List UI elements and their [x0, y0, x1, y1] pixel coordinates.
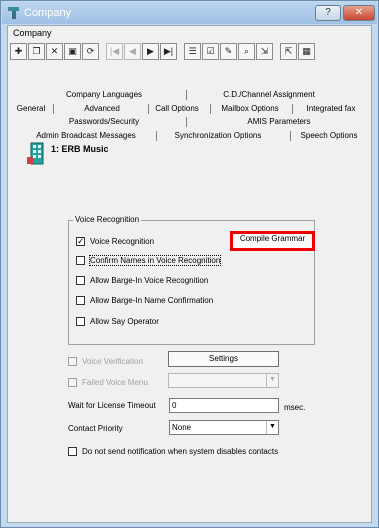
find-icon[interactable]: ⌕ — [238, 43, 255, 60]
confirm-names-label: Confirm Names in Voice Recognition — [88, 255, 222, 266]
compile-grammar-button[interactable]: Compile Grammar — [230, 231, 315, 251]
tab-separator — [290, 131, 291, 141]
chevron-down-icon: ▼ — [266, 421, 278, 434]
first-icon[interactable]: |◀ — [106, 43, 123, 60]
grid-icon[interactable]: ▦ — [298, 43, 315, 60]
delete-icon[interactable]: ✕ — [46, 43, 63, 60]
tab-amis-parameters[interactable]: AMIS Parameters — [224, 116, 334, 128]
tab-separator — [148, 104, 149, 114]
tab-cd-channel-assignment[interactable]: C.D./Channel Assignment — [204, 89, 334, 101]
entity-label: 1: ERB Music — [51, 144, 109, 154]
tab-row-3: Passwords/Security AMIS Parameters — [10, 116, 369, 128]
menu-company[interactable]: Company — [13, 28, 52, 38]
tab-row-4: Admin Broadcast Messages Synchronization… — [10, 130, 369, 142]
export-icon[interactable]: ⇱ — [280, 43, 297, 60]
license-timeout-label: Wait for License Timeout — [68, 401, 156, 410]
prev-icon[interactable]: ◀ — [124, 43, 141, 60]
import-icon[interactable]: ⇲ — [256, 43, 273, 60]
copy-icon[interactable]: ❐ — [28, 43, 45, 60]
tab-speech-options[interactable]: Speech Options — [294, 130, 364, 142]
title-bar[interactable]: Company ? ✕ — [2, 2, 377, 24]
confirm-names-checkbox[interactable] — [76, 256, 85, 265]
say-operator-label: Allow Say Operator — [90, 317, 159, 326]
settings-button[interactable]: Settings — [168, 351, 279, 367]
tab-call-options[interactable]: Call Options — [152, 103, 202, 115]
failed-voice-menu-checkbox[interactable] — [68, 378, 77, 387]
tab-synchronization-options[interactable]: Synchronization Options — [160, 130, 276, 142]
no-notify-label: Do not send notification when system dis… — [82, 447, 279, 456]
tab-general[interactable]: General — [14, 103, 48, 115]
no-notify-checkbox[interactable] — [68, 447, 77, 456]
save-icon[interactable]: ▣ — [64, 43, 81, 60]
tab-mailbox-options[interactable]: Mailbox Options — [214, 103, 286, 115]
list-icon[interactable]: ☰ — [184, 43, 201, 60]
chevron-down-icon: ▼ — [266, 374, 278, 387]
menu-bar: Company — [8, 26, 371, 41]
tab-separator — [186, 90, 187, 100]
tab-separator — [292, 104, 293, 114]
say-operator-checkbox[interactable] — [76, 317, 85, 326]
license-timeout-value: 0 — [172, 401, 177, 410]
tab-separator — [53, 104, 54, 114]
edit-icon[interactable]: ✎ — [220, 43, 237, 60]
tab-company-languages[interactable]: Company Languages — [54, 89, 154, 101]
help-button[interactable]: ? — [315, 5, 341, 21]
building-icon — [27, 142, 44, 165]
tab-separator — [156, 131, 157, 141]
barge-in-voice-checkbox[interactable] — [76, 276, 85, 285]
close-button[interactable]: ✕ — [343, 5, 375, 21]
tab-separator — [186, 117, 187, 127]
license-timeout-input[interactable]: 0 — [169, 398, 279, 413]
contact-priority-label: Contact Priority — [68, 424, 123, 433]
voice-recognition-checkbox[interactable]: ✓ — [76, 237, 85, 246]
failed-voice-menu-select[interactable]: ▼ — [168, 373, 279, 388]
voice-recognition-group-title: Voice Recognition — [73, 215, 142, 224]
voice-recognition-label: Voice Recognition — [90, 237, 155, 246]
company-window: Company ? ✕ Company ✚ ❐ ✕ ▣ ⟳ |◀ ◀ ▶ ▶| … — [0, 0, 379, 528]
add-icon[interactable]: ✚ — [10, 43, 27, 60]
last-icon[interactable]: ▶| — [160, 43, 177, 60]
tab-admin-broadcast-messages[interactable]: Admin Broadcast Messages — [32, 130, 140, 142]
failed-voice-menu-label: Failed Voice Menu — [82, 378, 148, 387]
barge-in-name-label: Allow Barge-In Name Confirmation — [90, 296, 214, 305]
voice-verification-checkbox[interactable] — [68, 357, 77, 366]
contact-priority-value: None — [172, 423, 192, 432]
app-icon — [8, 7, 19, 19]
barge-in-voice-label: Allow Barge-In Voice Recognition — [90, 276, 209, 285]
voice-verification-label: Voice Verification — [82, 357, 143, 366]
toolbar: ✚ ❐ ✕ ▣ ⟳ |◀ ◀ ▶ ▶| ☰ ☑ ✎ ⌕ ⇲ ⇱ ▦ — [10, 43, 369, 62]
tab-advanced[interactable]: Advanced — [62, 103, 142, 115]
barge-in-name-checkbox[interactable] — [76, 296, 85, 305]
check-icon[interactable]: ☑ — [202, 43, 219, 60]
next-icon[interactable]: ▶ — [142, 43, 159, 60]
tab-passwords-security[interactable]: Passwords/Security — [54, 116, 154, 128]
tab-row-1: Company Languages C.D./Channel Assignmen… — [10, 89, 369, 101]
license-timeout-unit: msec. — [284, 403, 306, 412]
refresh-icon[interactable]: ⟳ — [82, 43, 99, 60]
tab-integrated-fax[interactable]: Integrated fax — [296, 103, 366, 115]
tab-row-2: General Advanced Call Options Mailbox Op… — [10, 103, 369, 115]
window-title: Company — [24, 7, 72, 19]
tab-separator — [210, 104, 211, 114]
contact-priority-select[interactable]: None ▼ — [169, 420, 279, 435]
